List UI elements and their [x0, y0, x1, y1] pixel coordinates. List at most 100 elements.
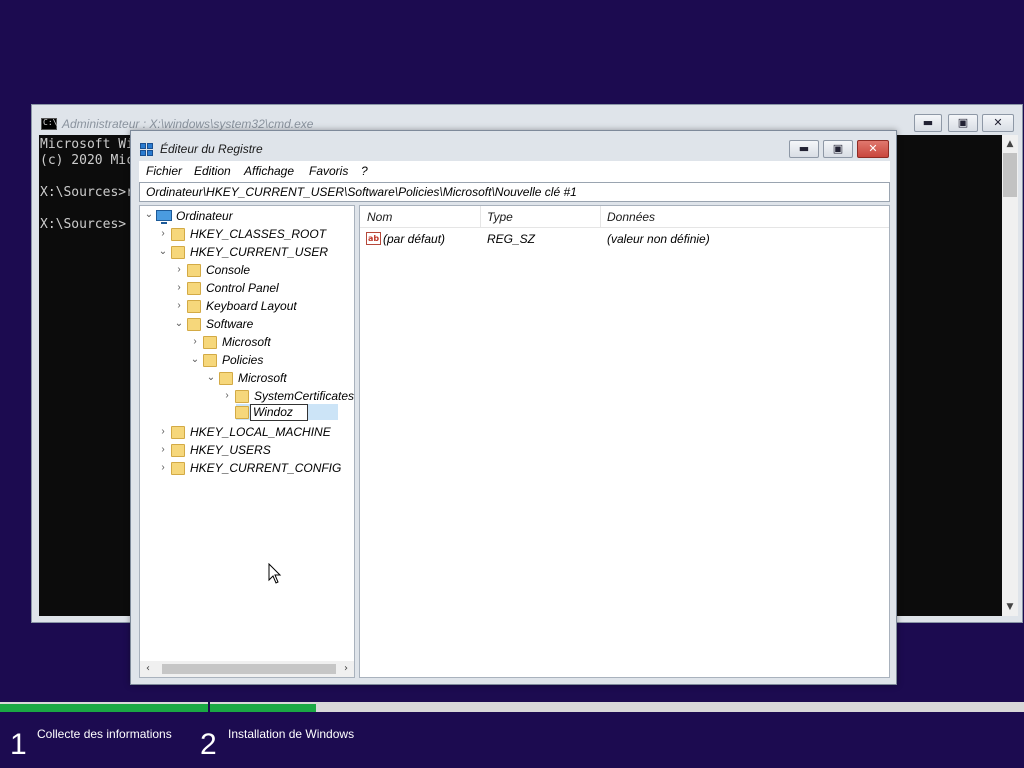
rename-key-input[interactable]: Windoz: [250, 404, 308, 421]
menu-help[interactable]: ?: [361, 164, 368, 178]
chevron-down-icon[interactable]: ⌄: [174, 318, 184, 329]
chevron-right-icon[interactable]: ›: [158, 444, 168, 455]
tree-item-policies-microsoft[interactable]: ⌄ Microsoft: [206, 370, 346, 388]
regedit-close-button[interactable]: ✕: [857, 140, 889, 158]
chevron-right-icon[interactable]: ›: [174, 300, 184, 311]
menu-fichier[interactable]: Fichier: [146, 164, 182, 178]
chevron-down-icon[interactable]: ⌄: [206, 372, 216, 383]
tree-item-keyboard-layout[interactable]: › Keyboard Layout: [174, 298, 334, 316]
folder-icon: [187, 318, 201, 331]
tree-item-software-microsoft[interactable]: › Microsoft: [190, 334, 340, 352]
tree-item-hkcr[interactable]: › HKEY_CLASSES_ROOT: [158, 226, 338, 244]
menu-affichage[interactable]: Affichage: [244, 164, 294, 178]
tree-item-label: Console: [206, 263, 251, 277]
step-label-1: Collecte des informations: [37, 727, 172, 741]
chevron-right-icon[interactable]: ›: [222, 390, 232, 401]
folder-icon: [235, 406, 249, 419]
chevron-right-icon[interactable]: ›: [158, 426, 168, 437]
folder-icon: [187, 300, 201, 313]
column-divider[interactable]: [480, 206, 481, 228]
folder-icon: [203, 336, 217, 349]
cmd-title: Administrateur : X:\windows\system32\cmd…: [62, 117, 314, 131]
value-row[interactable]: ab (par défaut) REG_SZ (valeur non défin…: [360, 230, 889, 248]
regedit-title: Éditeur du Registre: [160, 142, 263, 156]
folder-icon: [171, 462, 185, 475]
step-number-1: 1: [10, 728, 27, 761]
column-divider[interactable]: [600, 206, 601, 228]
folder-icon: [171, 426, 185, 439]
scroll-right-icon[interactable]: ›: [338, 661, 354, 677]
tree-item-label: Ordinateur: [176, 209, 233, 223]
scroll-up-icon[interactable]: ▲: [1002, 136, 1018, 152]
values-header: Nom Type Données: [360, 206, 889, 228]
tree-item-policies[interactable]: ⌄ Policies: [190, 352, 340, 370]
tree-item-hkcc[interactable]: › HKEY_CURRENT_CONFIG: [158, 460, 342, 478]
progress-step-2: [210, 704, 316, 712]
tree-item-ordinateur[interactable]: ⌄ Ordinateur: [144, 208, 294, 226]
regedit-minimize-button[interactable]: ▬: [789, 140, 819, 158]
string-value-icon: ab: [366, 232, 381, 245]
regedit-window[interactable]: Éditeur du Registre ▬ ▣ ✕ Fichier Editio…: [130, 130, 897, 685]
cmd-close-button[interactable]: ✕: [982, 114, 1014, 132]
tree-item-label: HKEY_USERS: [190, 443, 271, 457]
tree-item-control-panel[interactable]: › Control Panel: [174, 280, 334, 298]
tree-item-label: Microsoft: [222, 335, 271, 349]
tree-horizontal-scrollbar[interactable]: ‹ ›: [140, 661, 354, 677]
scroll-thumb[interactable]: [162, 664, 336, 674]
tree-item-software[interactable]: ⌄ Software: [174, 316, 334, 334]
tree-item-label: Keyboard Layout: [206, 299, 297, 313]
cmd-icon: [41, 118, 57, 130]
cmd-scrollbar[interactable]: ▲ ▼: [1002, 135, 1018, 616]
tree-item-label: HKEY_LOCAL_MACHINE: [190, 425, 331, 439]
tree-pane[interactable]: ⌄ Ordinateur › HKEY_CLASSES_ROOT ⌄ HKEY_…: [139, 205, 355, 678]
regedit-titlebar[interactable]: Éditeur du Registre ▬ ▣ ✕: [131, 131, 896, 161]
column-header-data[interactable]: Données: [607, 210, 655, 224]
tree-item-label: SystemCertificates: [254, 389, 355, 403]
tree-item-label: Policies: [222, 353, 264, 367]
chevron-right-icon[interactable]: ›: [158, 462, 168, 473]
progress-step-1: [0, 704, 208, 712]
value-data: (valeur non définie): [607, 232, 710, 246]
chevron-right-icon[interactable]: ›: [190, 336, 200, 347]
computer-icon: [156, 210, 172, 224]
tree-item-label: HKEY_CLASSES_ROOT: [190, 227, 327, 241]
scroll-down-icon[interactable]: ▼: [1002, 599, 1018, 615]
step-label-2: Installation de Windows: [228, 727, 355, 741]
folder-icon: [171, 444, 185, 457]
folder-icon: [171, 228, 185, 241]
cmd-maximize-button[interactable]: ▣: [948, 114, 978, 132]
scroll-thumb[interactable]: [1003, 153, 1017, 197]
tree-item-console[interactable]: › Console: [174, 262, 334, 280]
cmd-minimize-button[interactable]: ▬: [914, 114, 942, 132]
values-pane[interactable]: Nom Type Données ab (par défaut) REG_SZ …: [359, 205, 890, 678]
folder-icon: [187, 264, 201, 277]
setup-progress-bar: [0, 702, 1024, 714]
value-name: (par défaut): [383, 232, 446, 246]
address-bar[interactable]: Ordinateur\HKEY_CURRENT_USER\Software\Po…: [139, 182, 890, 202]
mouse-pointer-icon: [268, 563, 282, 584]
tree-item-new-key[interactable]: [222, 404, 249, 422]
menu-favoris[interactable]: Favoris: [309, 164, 348, 178]
tree-item-label: Control Panel: [206, 281, 279, 295]
chevron-down-icon[interactable]: ⌄: [190, 354, 200, 365]
tree-item-hkcu[interactable]: ⌄ HKEY_CURRENT_USER: [158, 244, 338, 262]
chevron-right-icon[interactable]: ›: [158, 228, 168, 239]
scroll-left-icon[interactable]: ‹: [140, 661, 156, 677]
folder-icon: [187, 282, 201, 295]
chevron-down-icon[interactable]: ⌄: [158, 246, 168, 257]
column-header-type[interactable]: Type: [487, 210, 513, 224]
folder-icon: [219, 372, 233, 385]
column-header-name[interactable]: Nom: [367, 210, 392, 224]
tree-item-label: HKEY_CURRENT_CONFIG: [190, 461, 342, 475]
folder-icon: [235, 390, 249, 403]
tree-item-hklm[interactable]: › HKEY_LOCAL_MACHINE: [158, 424, 338, 442]
menu-edition[interactable]: Edition: [194, 164, 231, 178]
regedit-maximize-button[interactable]: ▣: [823, 140, 853, 158]
regedit-icon: [140, 143, 154, 157]
tree-item-hku[interactable]: › HKEY_USERS: [158, 442, 338, 460]
folder-icon: [171, 246, 185, 259]
chevron-down-icon[interactable]: ⌄: [144, 209, 154, 220]
chevron-right-icon[interactable]: ›: [174, 264, 184, 275]
value-type: REG_SZ: [487, 232, 536, 246]
chevron-right-icon[interactable]: ›: [174, 282, 184, 293]
